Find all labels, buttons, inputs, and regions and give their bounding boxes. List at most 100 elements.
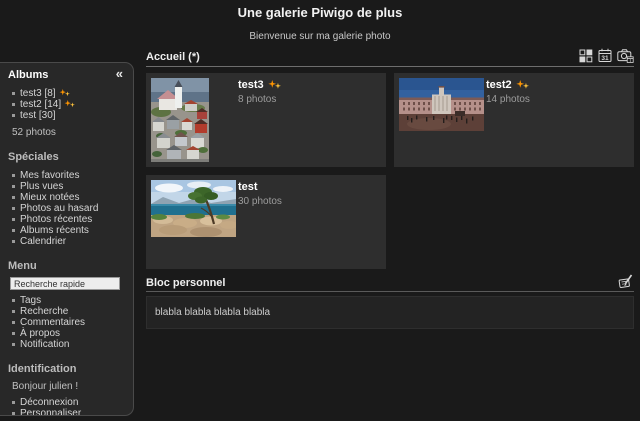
sidebar-item-recent-photos[interactable]: Photos récentes — [20, 214, 92, 225]
bullet-icon — [12, 174, 15, 177]
new-photos-icon — [59, 89, 71, 98]
greeting-text: Bonjour julien ! — [12, 381, 125, 392]
display-modes-icon[interactable] — [579, 49, 593, 63]
list-item: Notification — [12, 339, 125, 350]
new-photos-icon — [516, 80, 530, 91]
album-title-label: test2 — [486, 79, 512, 91]
bullet-icon — [12, 332, 15, 335]
sidebar-item-test2[interactable]: test2 [14] — [20, 99, 76, 110]
bullet-icon — [12, 343, 15, 346]
list-item: test2 [14] — [12, 99, 125, 110]
album-thumbnail-test[interactable] — [151, 180, 236, 237]
list-item: test3 [8] — [12, 88, 125, 99]
bullet-icon — [12, 412, 15, 415]
personal-block-title: Bloc personnel — [146, 277, 225, 289]
menu-list: Tags Recherche Commentaires À propos Not… — [12, 295, 125, 350]
sidebar-item-about[interactable]: À propos — [20, 328, 60, 339]
sidebar-item-customize[interactable]: Personnaliser — [20, 408, 81, 416]
sidebar-section-identification-title: Identification — [8, 363, 125, 375]
specials-list: Mes favorites Plus vues Mieux notées Pho… — [12, 170, 125, 247]
sidebar-item-best-rated[interactable]: Mieux notées — [20, 192, 79, 203]
bullet-icon — [12, 310, 15, 313]
posted-date-calendar-icon[interactable]: 31 — [598, 48, 612, 63]
bullet-icon — [12, 185, 15, 188]
quick-search-input[interactable] — [10, 277, 120, 290]
list-item: Calendrier — [12, 236, 125, 247]
bullet-icon — [12, 229, 15, 232]
album-card-test2[interactable]: test2 14 photos — [394, 73, 634, 167]
edit-note-icon[interactable] — [617, 274, 634, 289]
new-photos-icon — [268, 80, 282, 91]
sidebar-item-recent-albums[interactable]: Albums récents — [20, 225, 89, 236]
personal-block-content: blabla blabla blabla blabla — [146, 296, 634, 329]
created-date-camera-icon[interactable] — [617, 48, 634, 63]
album-link-label: test2 [14] — [20, 99, 61, 110]
view-toolbar: 31 — [579, 48, 634, 63]
sidebar-item-calendar[interactable]: Calendrier — [20, 236, 66, 247]
bullet-icon — [12, 114, 15, 117]
list-item: Commentaires — [12, 317, 125, 328]
sidebar-item-logout[interactable]: Déconnexion — [20, 397, 78, 408]
list-item: Photos récentes — [12, 214, 125, 225]
identification-list: Déconnexion Personnaliser Administration — [12, 397, 125, 416]
sidebar-item-favorites[interactable]: Mes favorites — [20, 170, 79, 181]
list-item: Personnaliser — [12, 408, 125, 416]
personal-block-text: blabla blabla blabla blabla — [155, 307, 270, 318]
list-item: Recherche — [12, 306, 125, 317]
list-item: Mes favorites — [12, 170, 125, 181]
sidebar-item-test[interactable]: test [30] — [20, 110, 56, 121]
sidebar-item-random[interactable]: Photos au hasard — [20, 203, 98, 214]
breadcrumb-bar: Accueil (*) 31 — [146, 48, 634, 67]
sidebar-item-comments[interactable]: Commentaires — [20, 317, 85, 328]
bullet-icon — [12, 103, 15, 106]
album-card-test[interactable]: test 30 photos — [146, 175, 386, 269]
calendar-day-label: 31 — [601, 55, 609, 62]
sidebar-item-test3[interactable]: test3 [8] — [20, 88, 71, 99]
album-thumbnail-test2[interactable] — [399, 78, 484, 131]
album-title-test3[interactable]: test3 — [238, 79, 282, 91]
album-photo-count: 14 photos — [486, 94, 530, 105]
album-link-label: test [30] — [20, 110, 56, 121]
album-title-test2[interactable]: test2 — [486, 79, 530, 91]
bullet-icon — [12, 218, 15, 221]
sidebar-item-notification[interactable]: Notification — [20, 339, 69, 350]
bullet-icon — [12, 196, 15, 199]
bullet-icon — [12, 207, 15, 210]
sidebar-collapse-icon[interactable]: « — [116, 68, 123, 80]
new-photos-icon — [64, 100, 76, 109]
sidebar-section-menu-title: Menu — [8, 260, 125, 272]
album-grid: test3 8 photos — [146, 73, 634, 269]
list-item: Déconnexion — [12, 397, 125, 408]
bullet-icon — [12, 92, 15, 95]
card-info: test2 14 photos — [486, 78, 530, 162]
album-link-label: test3 [8] — [20, 88, 56, 99]
list-item: Photos au hasard — [12, 203, 125, 214]
album-card-test3[interactable]: test3 8 photos — [146, 73, 386, 167]
album-title-label: test3 — [238, 79, 264, 91]
thumb-box — [399, 78, 481, 162]
album-photo-count: 30 photos — [238, 196, 282, 207]
albums-list: test3 [8] test2 [14] test [30] — [12, 88, 125, 121]
sidebar-item-tags[interactable]: Tags — [20, 295, 41, 306]
album-title-label: test — [238, 181, 258, 193]
list-item: test [30] — [12, 110, 125, 121]
thumb-box — [151, 180, 233, 264]
bullet-icon — [12, 321, 15, 324]
list-item: Albums récents — [12, 225, 125, 236]
personal-block-header: Bloc personnel — [146, 274, 634, 292]
list-item: Mieux notées — [12, 192, 125, 203]
sidebar-item-most-viewed[interactable]: Plus vues — [20, 181, 63, 192]
total-photos-count: 52 photos — [12, 127, 125, 138]
album-photo-count: 8 photos — [238, 94, 282, 105]
sidebar-item-search[interactable]: Recherche — [20, 306, 68, 317]
list-item: Tags — [12, 295, 125, 306]
bullet-icon — [12, 240, 15, 243]
list-item: Plus vues — [12, 181, 125, 192]
album-title-test[interactable]: test — [238, 181, 282, 193]
card-info: test3 8 photos — [238, 78, 282, 162]
main-content: Accueil (*) 31 — [146, 48, 634, 329]
breadcrumb[interactable]: Accueil (*) — [146, 51, 200, 63]
album-thumbnail-test3[interactable] — [151, 78, 209, 162]
bullet-icon — [12, 299, 15, 302]
page-subtitle: Bienvenue sur ma galerie photo — [0, 31, 640, 42]
